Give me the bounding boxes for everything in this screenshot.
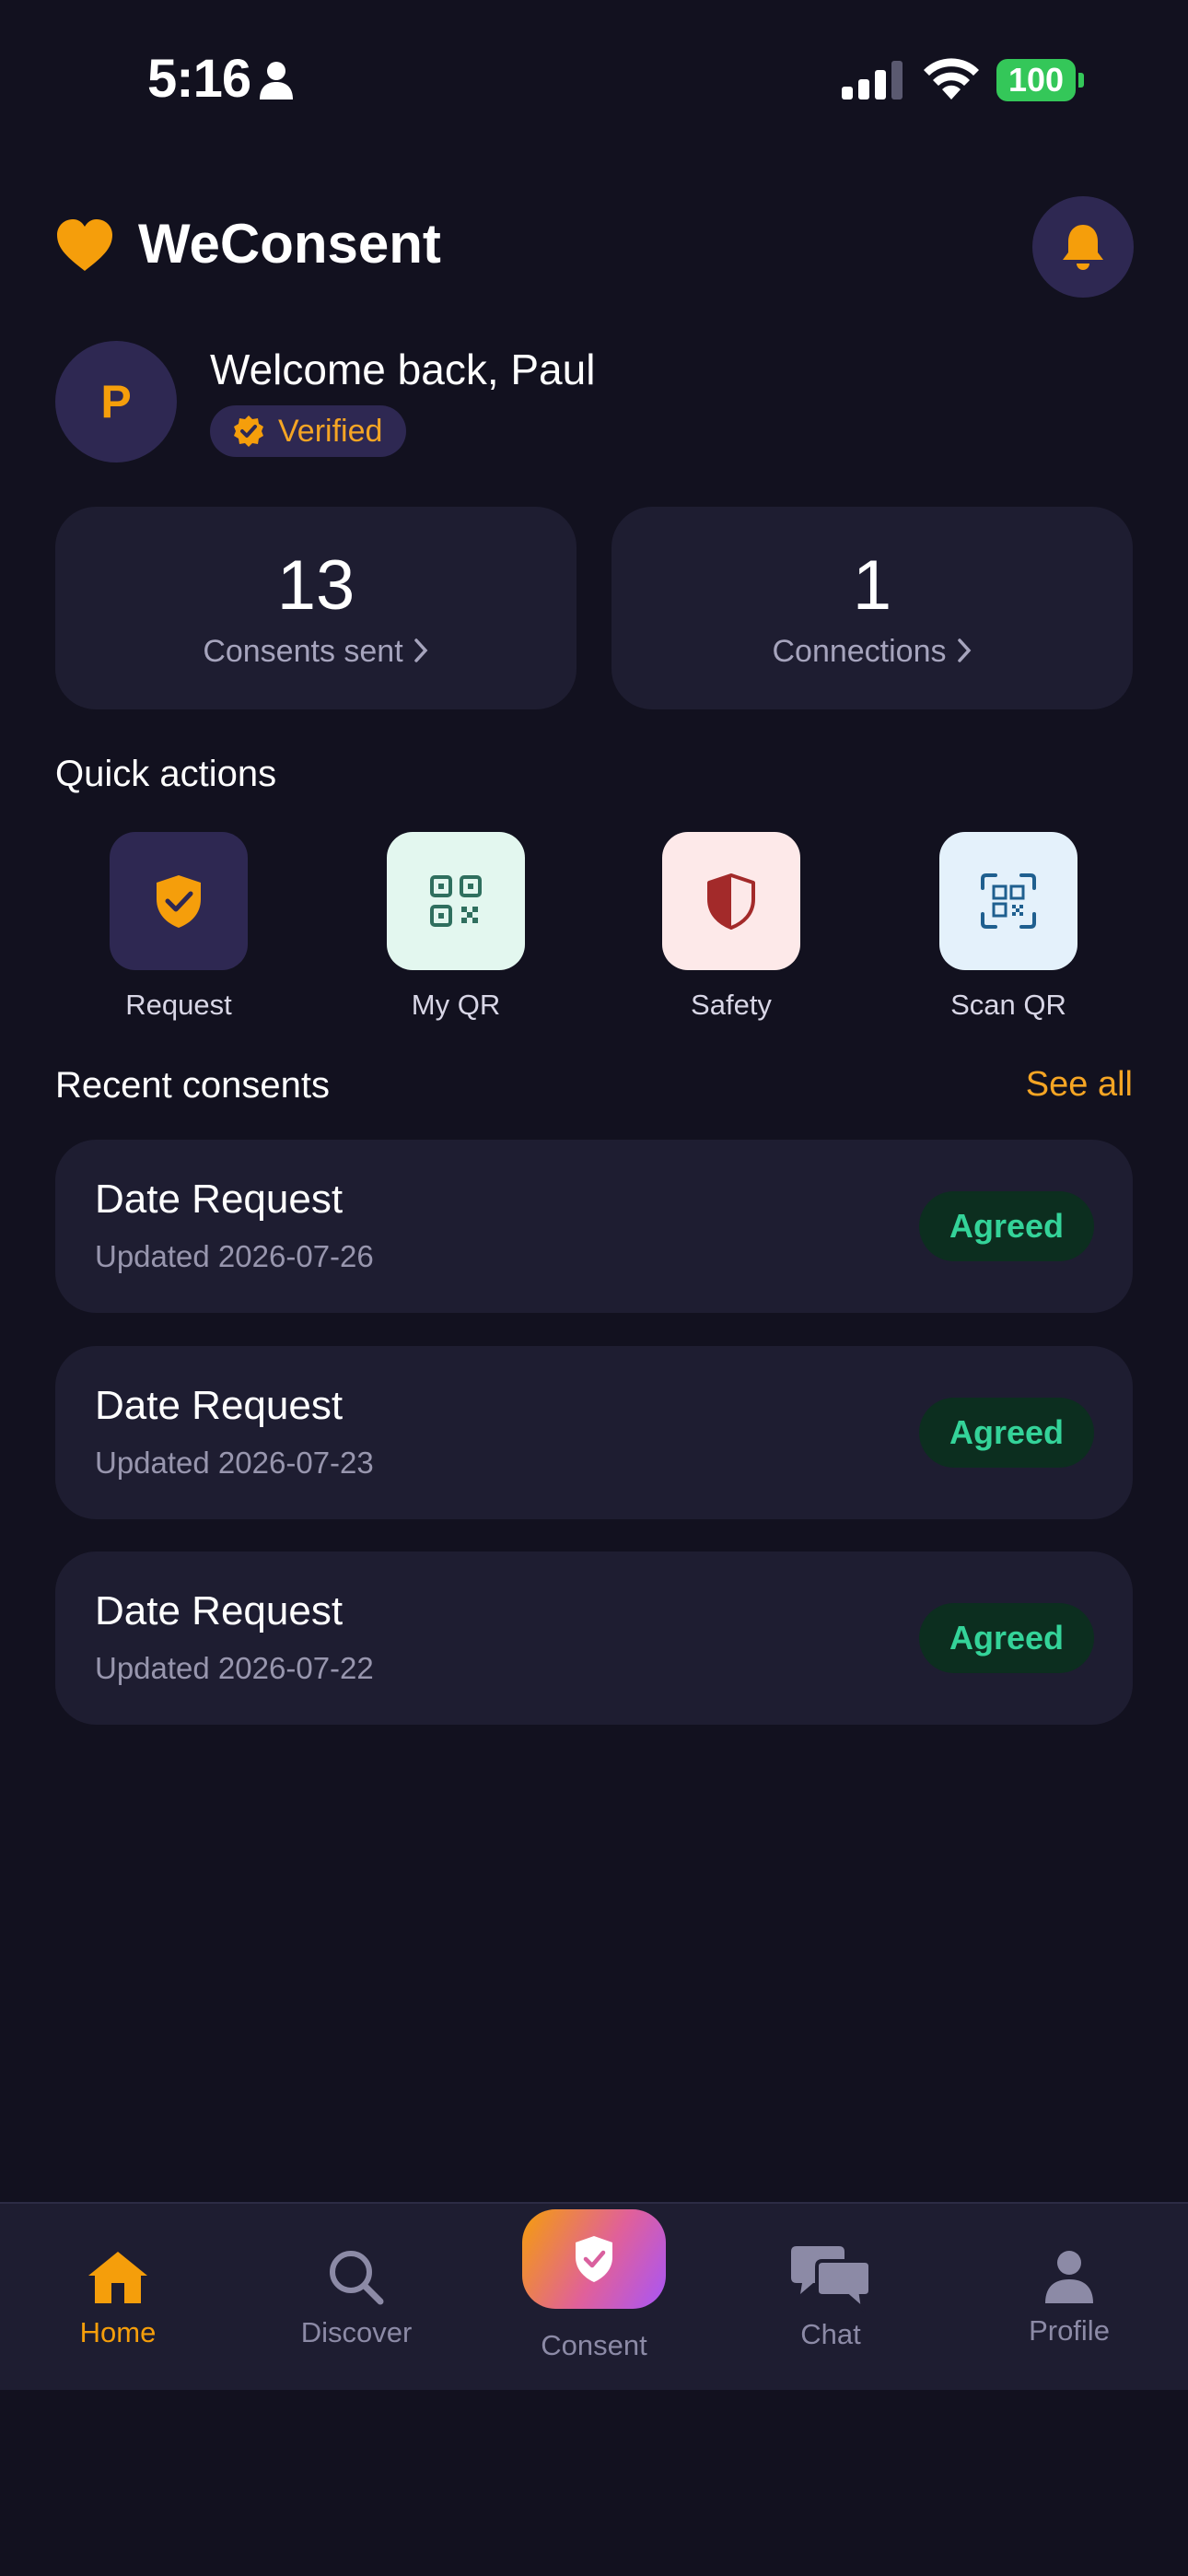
status-badge: Agreed xyxy=(919,1603,1094,1673)
quick-action-label: Safety xyxy=(691,989,772,1021)
quick-action-scan-qr[interactable]: Scan QR xyxy=(907,832,1110,1022)
chevron-right-icon xyxy=(413,638,428,662)
quick-action-label: Scan QR xyxy=(950,989,1066,1021)
chevron-right-icon xyxy=(957,638,971,662)
consent-title: Date Request xyxy=(95,1177,344,1222)
avatar[interactable]: P xyxy=(55,341,177,463)
consent-title: Date Request xyxy=(95,1588,344,1633)
connections-label: Connections xyxy=(772,634,947,669)
see-all-link[interactable]: See all xyxy=(1026,1065,1133,1105)
nav-home-label: Home xyxy=(79,2316,157,2348)
welcome-text: Welcome back, Paul xyxy=(210,345,596,393)
qr-code-icon xyxy=(430,875,482,927)
nav-profile[interactable]: Profile xyxy=(977,2250,1161,2348)
battery-level: 100 xyxy=(996,59,1076,101)
home-icon xyxy=(88,2252,147,2303)
profile-icon xyxy=(1045,2251,1093,2303)
nav-chat[interactable]: Chat xyxy=(739,2244,923,2351)
battery-indicator: 100 xyxy=(996,59,1085,101)
shield-check-icon xyxy=(157,875,201,928)
chat-icon xyxy=(791,2246,870,2313)
quick-action-request[interactable]: Request xyxy=(77,832,280,1022)
consent-updated-date: Updated 2026-07-22 xyxy=(95,1651,374,1685)
consents-sent-count: 13 xyxy=(276,546,355,625)
person-icon xyxy=(260,62,293,100)
quick-action-my-qr[interactable]: My QR xyxy=(355,832,557,1022)
quick-action-label: My QR xyxy=(411,989,501,1021)
bell-icon xyxy=(1063,225,1103,270)
nav-discover-label: Discover xyxy=(300,2316,413,2348)
connections-card[interactable]: 1 Connections xyxy=(611,507,1133,709)
notifications-button[interactable] xyxy=(1032,196,1134,298)
status-time: 5:16 xyxy=(147,49,251,109)
scan-qr-icon xyxy=(981,873,1036,929)
shield-check-icon xyxy=(576,2236,612,2282)
consent-title: Date Request xyxy=(95,1383,344,1428)
quick-action-label: Request xyxy=(125,989,232,1021)
nav-chat-label: Chat xyxy=(800,2318,861,2350)
consent-updated-date: Updated 2026-07-26 xyxy=(95,1239,374,1273)
verified-badge: Verified xyxy=(210,405,407,457)
nav-discover[interactable]: Discover xyxy=(264,2248,448,2349)
status-bar: 5:16 100 xyxy=(0,0,1188,161)
connections-count: 1 xyxy=(852,546,892,625)
consents-sent-label: Consents sent xyxy=(203,634,403,669)
recent-consents-title: Recent consents xyxy=(55,1065,330,1106)
consent-list-item[interactable]: Date Request Updated 2026-07-23 Agreed xyxy=(55,1346,1133,1519)
verified-check-icon xyxy=(234,416,263,447)
app-title: WeConsent xyxy=(138,213,441,275)
cellular-signal-icon xyxy=(842,61,903,100)
consent-fab-button[interactable] xyxy=(522,2209,666,2309)
consent-list-item[interactable]: Date Request Updated 2026-07-22 Agreed xyxy=(55,1551,1133,1725)
nav-profile-label: Profile xyxy=(1029,2314,1110,2347)
wifi-icon xyxy=(924,58,979,100)
nav-consent-label[interactable]: Consent xyxy=(502,2329,686,2362)
status-badge: Agreed xyxy=(919,1191,1094,1261)
nav-home[interactable]: Home xyxy=(26,2248,210,2349)
consent-list-item[interactable]: Date Request Updated 2026-07-26 Agreed xyxy=(55,1140,1133,1313)
consent-updated-date: Updated 2026-07-23 xyxy=(95,1446,374,1480)
quick-actions-title: Quick actions xyxy=(55,754,277,794)
quick-action-safety[interactable]: Safety xyxy=(630,832,833,1022)
search-icon xyxy=(330,2251,384,2305)
status-badge: Agreed xyxy=(919,1398,1094,1468)
heart-logo-icon xyxy=(57,219,112,271)
shield-half-icon xyxy=(707,873,755,930)
consents-sent-card[interactable]: 13 Consents sent xyxy=(55,507,577,709)
verified-label: Verified xyxy=(278,413,383,449)
